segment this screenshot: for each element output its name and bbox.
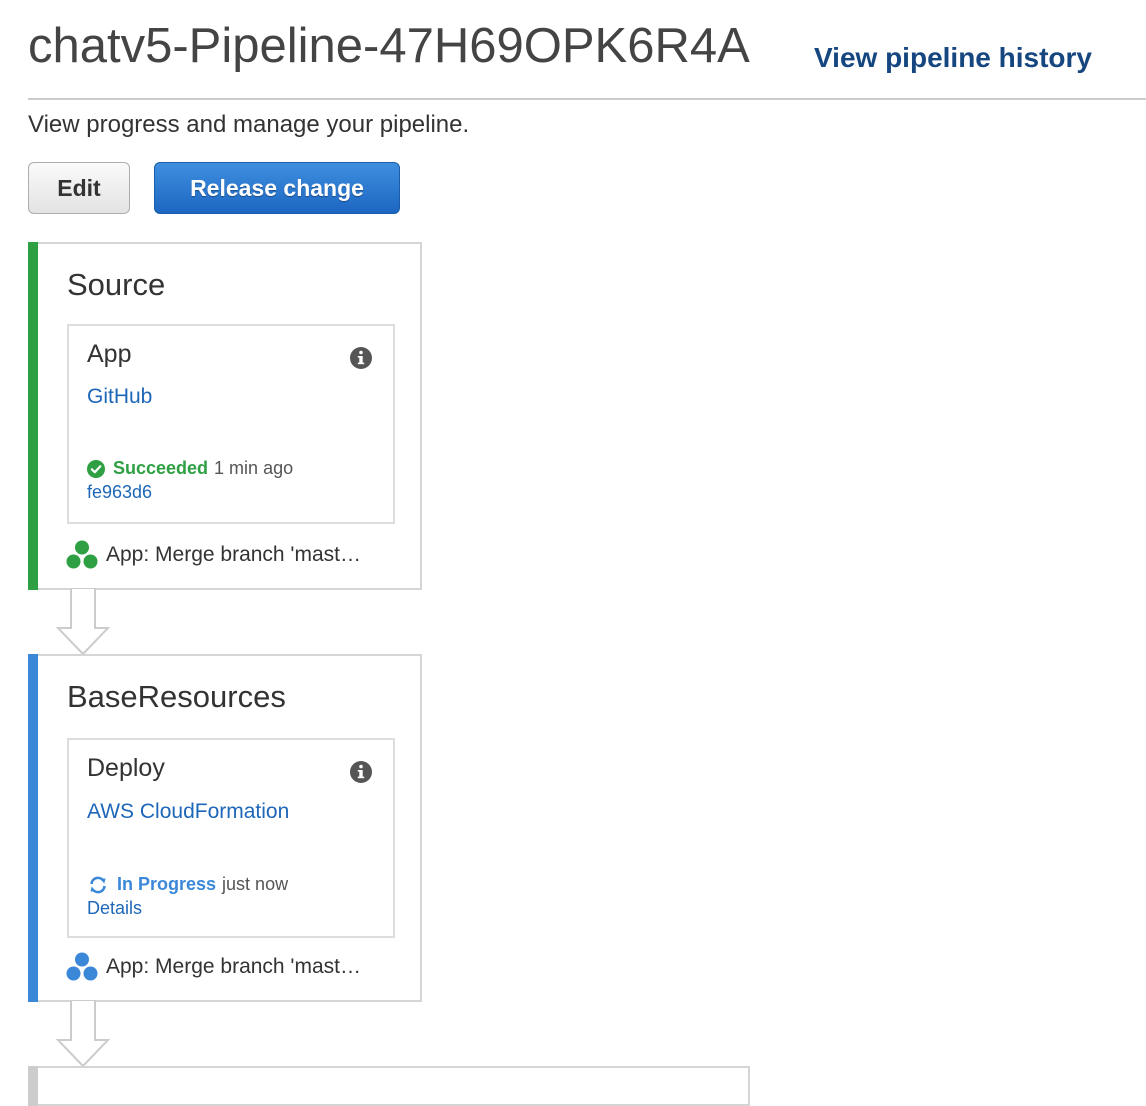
revision-text: App: Merge branch 'mast… (106, 955, 361, 978)
action-name: Deploy (87, 754, 165, 782)
revision-text: App: Merge branch 'mast… (106, 543, 361, 566)
revision-summary[interactable]: App: Merge branch 'mast… (66, 540, 361, 570)
revision-icon (66, 952, 98, 981)
action-status: In Progress just now (87, 874, 288, 895)
details-link[interactable]: Details (87, 898, 142, 919)
status-time: 1 min ago (214, 458, 294, 478)
edit-button[interactable]: Edit (28, 162, 130, 214)
stage-source: Source App GitHub Succeeded 1 min ago fe… (28, 242, 422, 590)
action-card-deploy: Deploy AWS CloudFormation In Progress ju… (67, 738, 395, 938)
release-change-button[interactable]: Release change (154, 162, 400, 214)
header-divider (28, 98, 1146, 100)
stage-title: BaseResources (67, 679, 286, 714)
revision-icon (66, 540, 98, 569)
check-circle-icon (87, 459, 105, 478)
commit-id-link[interactable]: fe963d6 (87, 482, 152, 503)
info-icon[interactable] (349, 760, 373, 784)
provider-link-github[interactable]: GitHub (87, 385, 152, 409)
stage-title: Source (67, 267, 166, 302)
transition-arrow-icon (56, 588, 110, 656)
stage-baseresources: BaseResources Deploy AWS CloudFormation … (28, 654, 422, 1002)
page-subtitle: View progress and manage your pipeline. (28, 111, 470, 138)
stage-status-bar (28, 1066, 38, 1106)
stage-next-partial (28, 1066, 750, 1106)
status-label: Succeeded (113, 458, 209, 478)
action-card-app: App GitHub Succeeded 1 min ago fe963d6 (67, 324, 395, 524)
status-time: just now (222, 874, 289, 894)
info-icon[interactable] (349, 346, 373, 370)
provider-link-cloudformation[interactable]: AWS CloudFormation (87, 800, 289, 824)
revision-summary[interactable]: App: Merge branch 'mast… (66, 952, 361, 982)
refresh-icon (90, 876, 106, 893)
page-title: chatv5-Pipeline-47H69OPK6R4A (28, 19, 750, 73)
status-label: In Progress (117, 874, 217, 894)
stage-status-bar (28, 242, 38, 590)
transition-arrow-icon (56, 1000, 110, 1068)
action-status: Succeeded 1 min ago (87, 458, 293, 479)
stage-status-bar (28, 654, 38, 1002)
action-name: App (87, 340, 132, 368)
view-pipeline-history-link[interactable]: View pipeline history (814, 42, 1092, 74)
